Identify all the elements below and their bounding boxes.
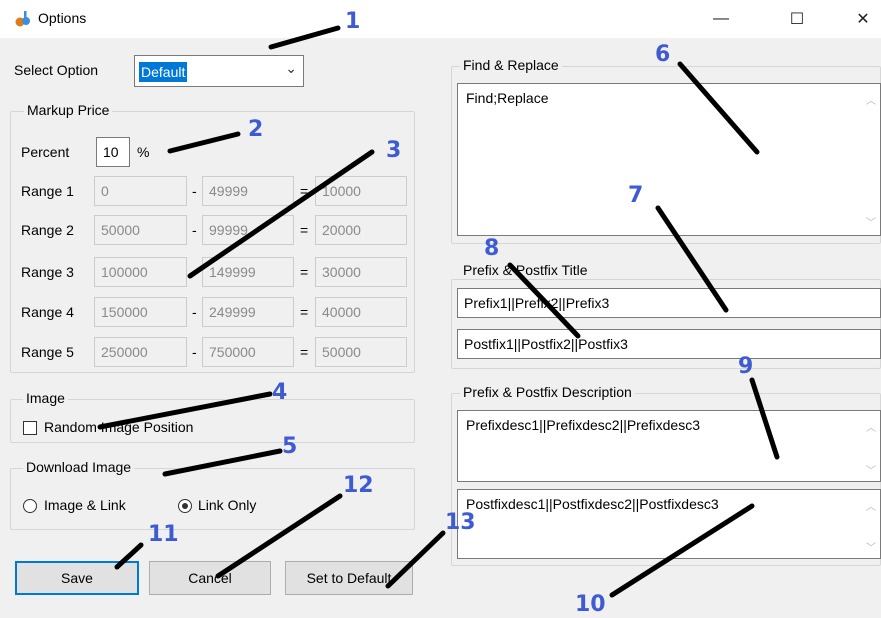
range-3-label: Range 3 [21,264,74,280]
random-image-position-checkbox[interactable] [23,421,37,435]
app-logo-icon [15,11,30,27]
annotation-label-2: 2 [248,117,264,142]
annotation-label-12: 12 [343,473,374,498]
save-button[interactable]: Save [15,561,139,595]
prefix-description-text: Prefixdesc1||Prefixdesc2||Prefixdesc3 [466,417,700,433]
range-4-to-input[interactable]: 249999 [202,297,294,327]
scroll-down-icon[interactable]: ﹀ [866,462,876,477]
range-1-label: Range 1 [21,183,74,199]
annotation-label-10: 10 [575,592,606,617]
select-option-combobox[interactable]: Default ⌄ [134,55,304,87]
prefix-postfix-title-legend: Prefix & Postfix Title [460,262,591,278]
postfix-description-textarea[interactable]: Postfixdesc1||Postfixdesc2||Postfixdesc3… [457,489,881,559]
range-2-from-input[interactable]: 50000 [94,215,187,245]
select-option-label: Select Option [14,62,99,78]
postfix-title-input[interactable]: Postfix1||Postfix2||Postfix3 [457,329,881,359]
chevron-down-icon: ⌄ [285,60,297,76]
range-5-label: Range 5 [21,344,74,360]
markup-price-legend: Markup Price [24,102,113,118]
percent-input[interactable]: 10 [96,137,130,167]
prefix-title-input[interactable]: Prefix1||Prefix2||Prefix3 [457,288,881,318]
link-only-radio[interactable] [178,499,192,513]
annotation-label-4: 4 [272,380,288,405]
close-button[interactable]: ✕ [840,0,881,38]
annotation-label-7: 7 [628,183,644,208]
annotation-label-8: 8 [484,236,500,261]
window-title: Options [38,10,87,26]
range-4-from-input[interactable]: 150000 [94,297,187,327]
find-replace-text: Find;Replace [466,90,549,106]
title-bar: Options — ☐ ✕ [0,0,881,38]
range-4-label: Range 4 [21,304,74,320]
range-1-to-input[interactable]: 49999 [202,176,294,206]
range-4-equals: = [300,304,309,320]
range-1-dash: - [192,183,197,199]
annotation-label-9: 9 [738,354,754,379]
scroll-up-icon[interactable]: ︿ [866,92,876,107]
range-2-result-input[interactable]: 20000 [315,215,407,245]
scroll-down-icon[interactable]: ﹀ [866,539,876,554]
range-2-label: Range 2 [21,222,74,238]
scroll-down-icon[interactable]: ﹀ [866,214,876,229]
scroll-up-icon[interactable]: ︿ [866,498,876,513]
minimize-button[interactable]: — [698,0,744,38]
cancel-button[interactable]: Cancel [149,561,271,595]
range-3-result-input[interactable]: 30000 [315,257,407,287]
range-1-from-input[interactable]: 0 [94,176,187,206]
image-legend: Image [23,390,68,406]
annotation-label-5: 5 [282,434,298,459]
range-4-dash: - [192,304,197,320]
percent-label: Percent [21,144,70,160]
image-and-link-radio[interactable] [23,499,37,513]
find-replace-legend: Find & Replace [460,57,562,73]
range-5-from-input[interactable]: 250000 [94,337,187,367]
range-3-dash: - [192,264,197,280]
link-only-label[interactable]: Link Only [198,497,256,513]
range-5-equals: = [300,344,309,360]
set-to-default-button[interactable]: Set to Default [285,561,413,595]
range-5-dash: - [192,344,197,360]
postfix-description-text: Postfixdesc1||Postfixdesc2||Postfixdesc3 [466,496,719,512]
annotation-label-11: 11 [148,522,179,547]
download-image-legend: Download Image [23,459,135,475]
range-1-result-input[interactable]: 10000 [315,176,407,206]
range-2-to-input[interactable]: 99999 [202,215,294,245]
options-window: Options — ☐ ✕ Select Option Default ⌄ Ma… [0,0,881,618]
annotation-label-1: 1 [345,9,361,34]
annotation-label-3: 3 [386,138,402,163]
prefix-description-textarea[interactable]: Prefixdesc1||Prefixdesc2||Prefixdesc3 ︿ … [457,410,881,482]
select-option-value: Default [139,62,188,82]
range-2-equals: = [300,222,309,238]
maximize-button[interactable]: ☐ [774,0,820,38]
annotation-label-6: 6 [655,42,671,67]
percent-unit: % [137,144,150,160]
random-image-position-label[interactable]: Random Image Position [44,419,193,435]
range-5-result-input[interactable]: 50000 [315,337,407,367]
range-4-result-input[interactable]: 40000 [315,297,407,327]
scroll-up-icon[interactable]: ︿ [866,419,876,434]
annotation-label-13: 13 [445,510,476,535]
range-1-equals: = [300,183,309,199]
range-2-dash: - [192,222,197,238]
find-replace-textarea[interactable]: Find;Replace ︿ ﹀ [457,83,881,236]
range-5-to-input[interactable]: 750000 [202,337,294,367]
range-3-equals: = [300,264,309,280]
image-and-link-label[interactable]: Image & Link [44,497,126,513]
range-3-from-input[interactable]: 100000 [94,257,187,287]
prefix-postfix-description-legend: Prefix & Postfix Description [460,384,635,400]
range-3-to-input[interactable]: 149999 [202,257,294,287]
